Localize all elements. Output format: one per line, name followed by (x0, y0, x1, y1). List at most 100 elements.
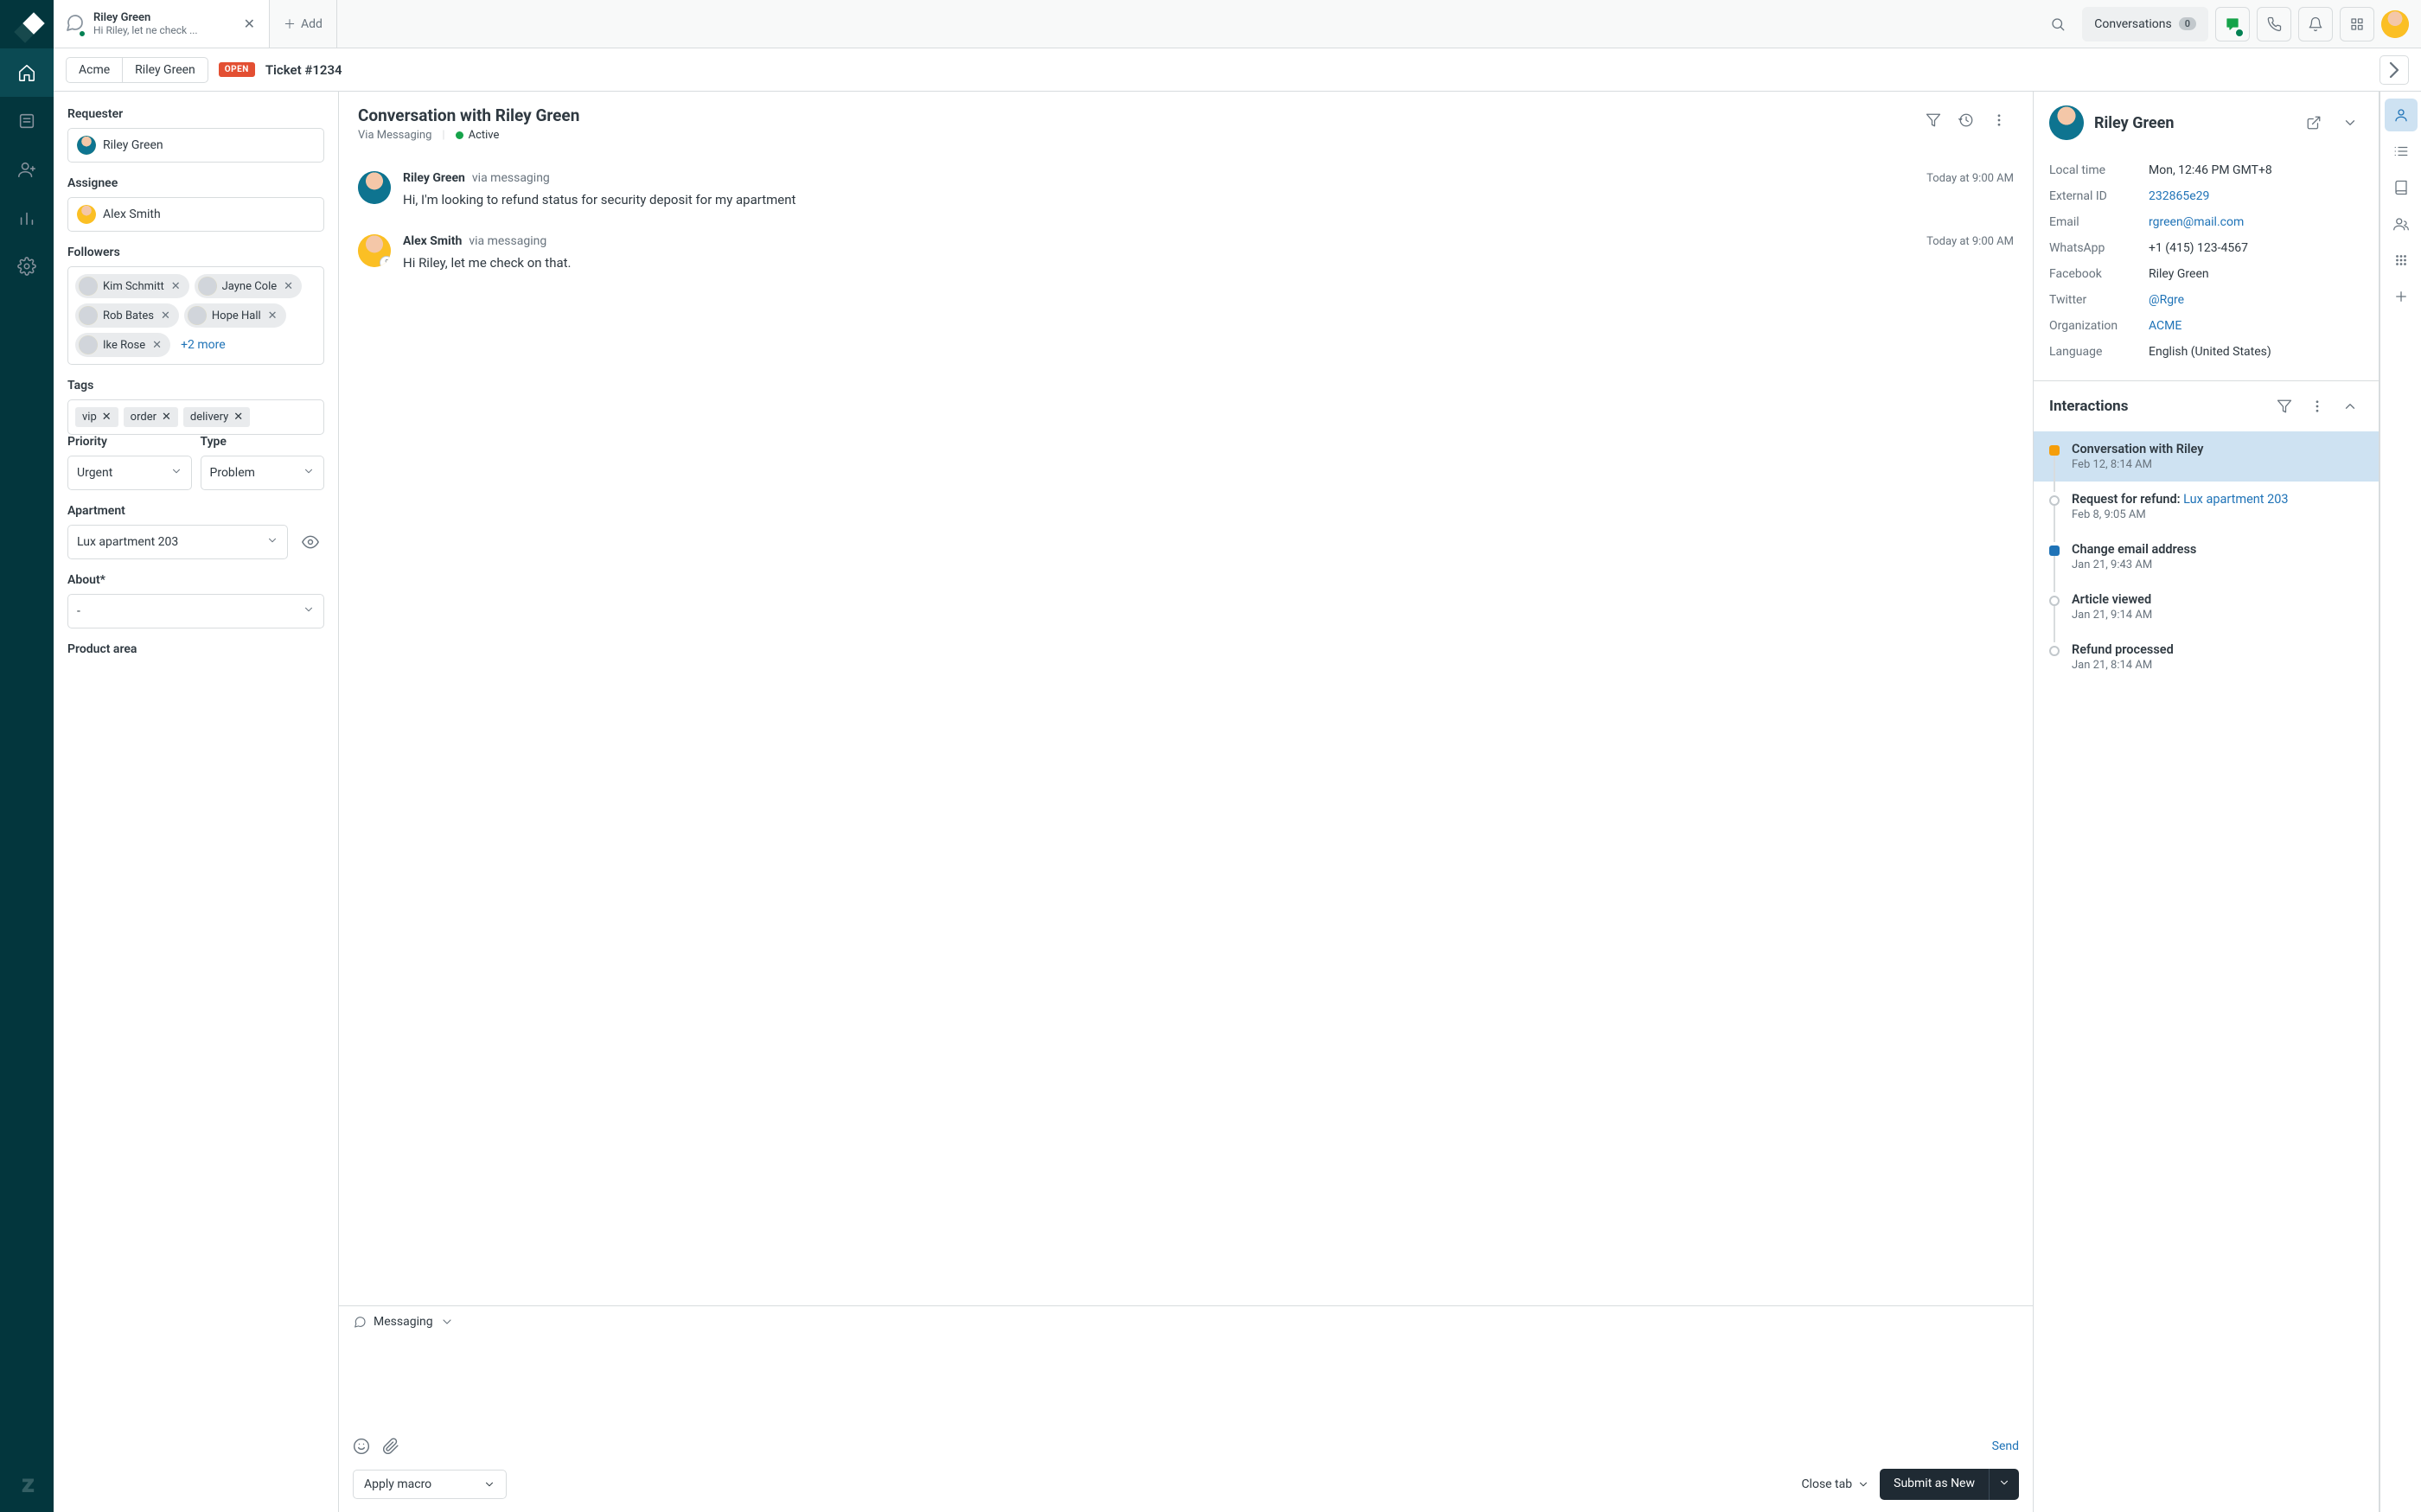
composer-channel-select[interactable]: Messaging (339, 1306, 2033, 1337)
ticket-properties-panel: Requester Riley Green Assignee Alex Smit… (54, 92, 339, 1512)
submit-dropdown[interactable] (1989, 1469, 2019, 1500)
follower-pill[interactable]: Rob Bates✕ (75, 303, 179, 328)
search-button[interactable] (2041, 7, 2075, 41)
nav-views-icon[interactable] (0, 97, 54, 145)
interaction-item[interactable]: Conversation with Riley Feb 12, 8:14 AM (2034, 431, 2379, 482)
nav-admin-icon[interactable] (0, 242, 54, 290)
remove-icon[interactable]: ✕ (159, 309, 172, 322)
avatar (358, 171, 391, 204)
history-button[interactable] (1951, 105, 1981, 135)
tag-pill[interactable]: order✕ (124, 407, 178, 427)
remove-icon[interactable]: ✕ (102, 411, 112, 424)
context-options-button[interactable] (2337, 110, 2363, 136)
followers-field[interactable]: Kim Schmitt✕ Jayne Cole✕ Rob Bates✕ Hope… (67, 266, 324, 365)
interactions-filter-button[interactable] (2271, 393, 2297, 419)
apartment-value: Lux apartment 203 (77, 535, 178, 549)
plus-icon: ＋ (284, 16, 296, 33)
grid-icon (2393, 252, 2409, 268)
send-button[interactable]: Send (1992, 1439, 2019, 1453)
remove-icon[interactable]: ✕ (162, 411, 171, 424)
more-button[interactable] (1984, 105, 2014, 135)
app-logo[interactable] (0, 0, 54, 48)
chevron-down-icon (303, 603, 315, 619)
add-tab-button[interactable]: ＋ Add (270, 0, 337, 48)
interaction-marker (2049, 445, 2060, 456)
follower-pill[interactable]: Ike Rose✕ (75, 333, 170, 357)
follower-pill[interactable]: Jayne Cole✕ (195, 274, 302, 298)
chat-status-button[interactable] (2215, 7, 2250, 41)
remove-icon[interactable]: ✕ (282, 280, 295, 293)
attachment-icon[interactable] (382, 1438, 399, 1455)
remove-icon[interactable]: ✕ (233, 411, 243, 424)
close-tab-action[interactable]: Close tab (1801, 1477, 1869, 1491)
zendesk-logo-icon[interactable]: z (0, 1464, 54, 1512)
follower-pill[interactable]: Hope Hall✕ (184, 303, 286, 328)
submit-button[interactable]: Submit as New (1880, 1469, 1989, 1500)
emoji-icon[interactable] (353, 1438, 370, 1455)
messages-list: Riley Green via messaging Today at 9:00 … (339, 156, 2033, 1305)
remove-icon[interactable]: ✕ (169, 280, 182, 293)
rail-user-button[interactable] (2385, 99, 2418, 131)
conversations-counter[interactable]: Conversations 0 (2082, 7, 2208, 41)
interactions-label: Interactions (2049, 398, 2264, 415)
followers-more-link[interactable]: +2 more (176, 338, 226, 352)
interaction-item[interactable]: Request for refund: Lux apartment 203 Fe… (2034, 482, 2379, 532)
composer-textarea[interactable] (339, 1337, 2033, 1432)
tags-field[interactable]: vip✕ order✕ delivery✕ (67, 399, 324, 435)
nav-home-icon[interactable] (0, 48, 54, 97)
type-select[interactable]: Problem (201, 456, 325, 490)
tab-subtitle: Hi Riley, let ne check ... (93, 24, 232, 36)
rail-grid-button[interactable] (2385, 244, 2418, 277)
rail-knowledge-button[interactable] (2385, 171, 2418, 204)
nav-reports-icon[interactable] (0, 194, 54, 242)
message-time: Today at 9:00 AM (1926, 235, 2014, 248)
call-button[interactable] (2257, 7, 2291, 41)
open-profile-button[interactable] (2301, 110, 2327, 136)
eye-icon (302, 533, 319, 551)
interaction-item[interactable]: Change email address Jan 21, 9:43 AM (2034, 532, 2379, 582)
interaction-link[interactable]: Lux apartment 203 (2183, 492, 2288, 507)
remove-icon[interactable]: ✕ (266, 309, 279, 322)
tag-pill[interactable]: vip✕ (75, 407, 118, 427)
add-label: Add (301, 17, 323, 31)
crumb-user[interactable]: Riley Green (122, 58, 208, 82)
requester-value: Riley Green (103, 138, 163, 152)
interaction-item[interactable]: Refund processed Jan 21, 8:14 AM (2034, 632, 2379, 682)
rail-add-button[interactable] (2385, 280, 2418, 313)
visibility-toggle[interactable] (297, 528, 324, 559)
close-tab-icon[interactable]: ✕ (240, 12, 259, 35)
rail-list-button[interactable] (2385, 135, 2418, 168)
context-panel: Riley Green Local timeMon, 12:46 PM GMT+… (2034, 92, 2379, 1512)
filter-button[interactable] (1919, 105, 1948, 135)
nav-customers-icon[interactable] (0, 145, 54, 194)
rail-people-button[interactable] (2385, 207, 2418, 240)
message-item: Riley Green via messaging Today at 9:00 … (358, 159, 2014, 222)
assignee-field[interactable]: Alex Smith (67, 197, 324, 232)
workspace-tab[interactable]: Riley Green Hi Riley, let ne check ... ✕ (54, 0, 270, 48)
priority-value: Urgent (77, 466, 112, 480)
requester-field[interactable]: Riley Green (67, 128, 324, 163)
crumb-org[interactable]: Acme (67, 58, 122, 82)
apps-button[interactable] (2340, 7, 2374, 41)
composer-channel-label: Messaging (374, 1315, 433, 1329)
filter-icon (2277, 399, 2292, 414)
chevron-down-icon (483, 1478, 495, 1490)
apply-macro-select[interactable]: Apply macro (353, 1470, 507, 1499)
apartment-select[interactable]: Lux apartment 203 (67, 525, 288, 559)
expand-panel-button[interactable] (2379, 55, 2409, 85)
interaction-title: Article viewed (2072, 592, 2363, 607)
about-select[interactable]: - (67, 594, 324, 628)
remove-icon[interactable]: ✕ (150, 339, 163, 352)
kv-row: External ID232865e29 (2049, 183, 2363, 209)
chevron-up-icon (2342, 399, 2358, 414)
interaction-title: Request for refund: Lux apartment 203 (2072, 492, 2363, 507)
priority-select[interactable]: Urgent (67, 456, 192, 490)
interaction-item[interactable]: Article viewed Jan 21, 9:14 AM (2034, 582, 2379, 632)
follower-pill[interactable]: Kim Schmitt✕ (75, 274, 189, 298)
notifications-button[interactable] (2298, 7, 2333, 41)
interactions-more-button[interactable] (2304, 393, 2330, 419)
interaction-time: Jan 21, 9:14 AM (2072, 609, 2363, 622)
interactions-collapse-button[interactable] (2337, 393, 2363, 419)
tag-pill[interactable]: delivery✕ (183, 407, 250, 427)
profile-avatar[interactable] (2381, 10, 2409, 38)
